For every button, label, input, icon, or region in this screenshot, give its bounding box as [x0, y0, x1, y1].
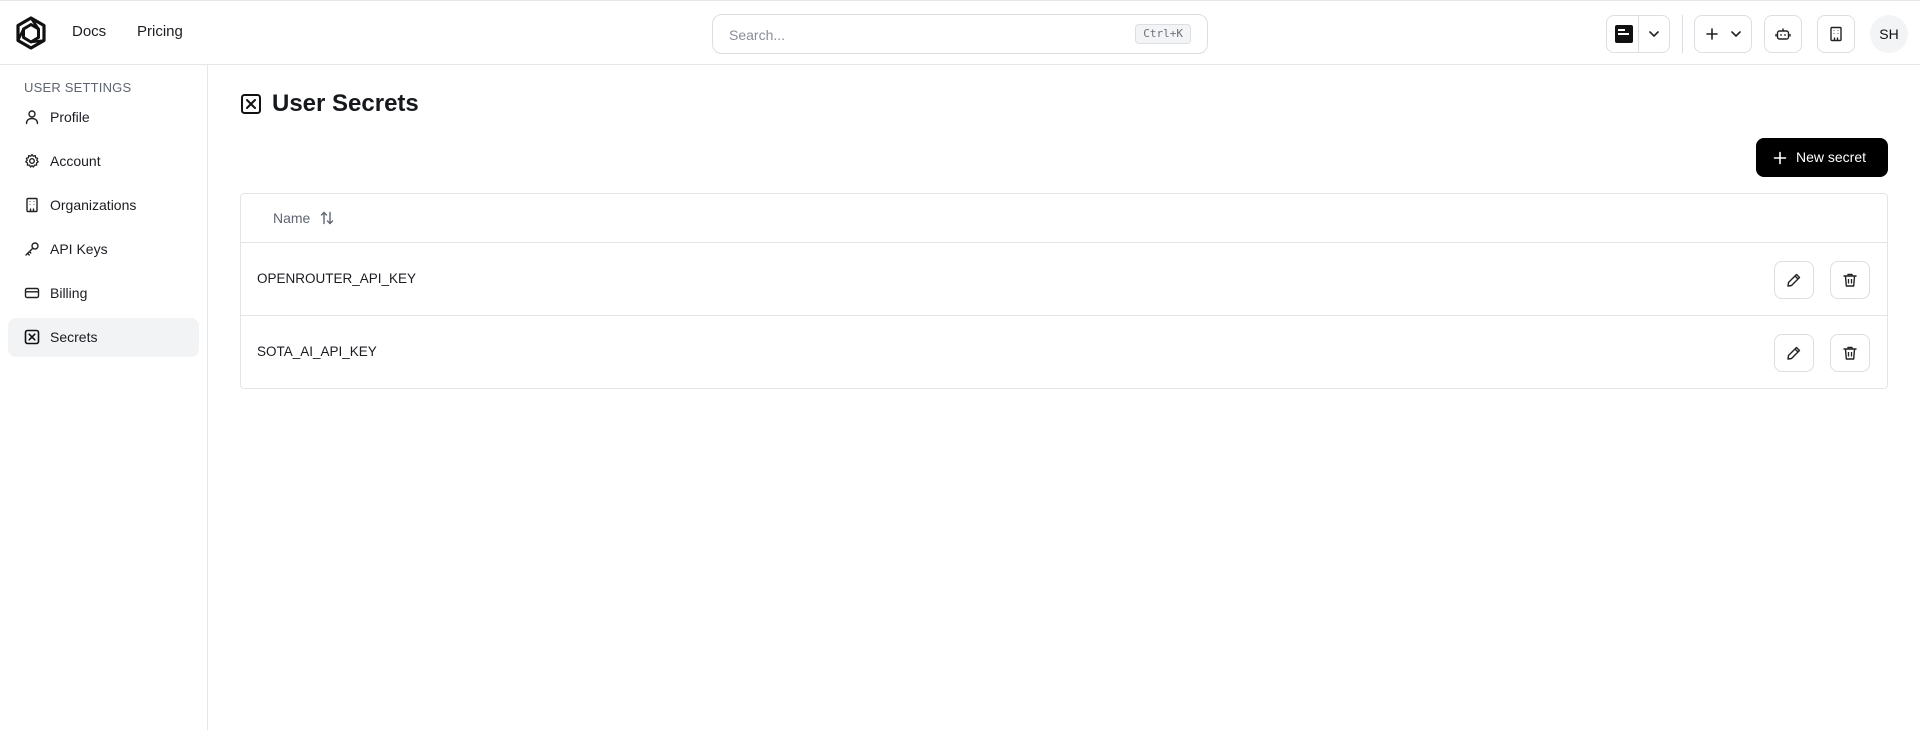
page-title: User Secrets	[272, 90, 419, 117]
workspace-switcher-divider	[1638, 16, 1639, 52]
new-secret-button-label: New secret	[1796, 149, 1867, 165]
sidebar-item-label: API Keys	[50, 241, 108, 257]
settings-sidebar: USER SETTINGS Profile Account Organizati…	[0, 65, 208, 730]
nav-link-pricing[interactable]: Pricing	[137, 23, 183, 40]
search-input[interactable]	[729, 25, 1109, 45]
table-row: OPENROUTER_API_KEY	[241, 243, 1887, 316]
secret-name-cell: SOTA_AI_API_KEY	[257, 344, 377, 359]
trash-icon	[1843, 346, 1857, 360]
top-navigation-bar: Docs Pricing Ctrl+K	[0, 0, 1920, 65]
key-icon	[25, 242, 39, 256]
trash-icon	[1843, 273, 1857, 287]
pencil-icon	[1787, 346, 1801, 360]
building-icon	[1830, 26, 1842, 42]
plus-icon	[1705, 27, 1719, 41]
sidebar-item-account[interactable]: Account	[8, 142, 199, 181]
chevron-down-icon	[1729, 27, 1743, 41]
secret-name-cell: OPENROUTER_API_KEY	[257, 271, 417, 286]
new-secret-button[interactable]: New secret	[1756, 138, 1888, 177]
organization-button[interactable]	[1817, 15, 1855, 53]
table-header: Name	[241, 194, 1887, 243]
workspace-image-icon	[1615, 25, 1633, 43]
sidebar-item-profile[interactable]: Profile	[8, 98, 199, 137]
chevron-down-icon[interactable]	[1647, 27, 1661, 41]
edit-secret-button[interactable]	[1774, 261, 1814, 299]
create-menu-button[interactable]	[1694, 15, 1752, 53]
delete-secret-button[interactable]	[1830, 334, 1870, 372]
plus-icon	[1773, 151, 1787, 165]
sidebar-item-billing[interactable]: Billing	[8, 274, 199, 313]
toolbar-divider	[1682, 15, 1683, 53]
edit-secret-button[interactable]	[1774, 334, 1814, 372]
nav-link-docs[interactable]: Docs	[72, 23, 106, 40]
app-logo-icon[interactable]	[14, 16, 48, 50]
assistant-bot-button[interactable]	[1764, 15, 1802, 53]
secret-box-icon	[24, 329, 40, 345]
search-shortcut-hint: Ctrl+K	[1135, 24, 1191, 44]
sidebar-section-title: USER SETTINGS	[24, 80, 132, 95]
gear-icon	[25, 153, 39, 168]
column-header-name[interactable]: Name	[273, 210, 310, 226]
sidebar-item-secrets[interactable]: Secrets	[8, 318, 199, 357]
sidebar-item-label: Secrets	[50, 329, 98, 345]
sidebar-item-label: Account	[50, 153, 101, 169]
search-box[interactable]: Ctrl+K	[712, 14, 1208, 54]
secrets-table: Name OPENROUTER_API_KEY SOTA_AI_API_KEY	[240, 193, 1888, 389]
sidebar-item-label: Billing	[50, 285, 88, 301]
table-row: SOTA_AI_API_KEY	[241, 316, 1887, 389]
credit-card-icon	[24, 287, 40, 299]
pencil-icon	[1787, 273, 1801, 287]
sidebar-item-label: Organizations	[50, 197, 137, 213]
user-icon	[25, 110, 39, 125]
secret-box-icon	[240, 93, 262, 115]
sidebar-item-organizations[interactable]: Organizations	[8, 186, 199, 225]
building-icon	[26, 197, 38, 213]
bot-icon	[1775, 28, 1791, 40]
sidebar-item-api-keys[interactable]: API Keys	[8, 230, 199, 269]
sort-icon[interactable]	[319, 210, 335, 226]
sidebar-item-label: Profile	[50, 109, 90, 125]
delete-secret-button[interactable]	[1830, 261, 1870, 299]
workspace-switcher-button[interactable]	[1606, 15, 1670, 53]
user-avatar[interactable]: SH	[1870, 15, 1908, 53]
